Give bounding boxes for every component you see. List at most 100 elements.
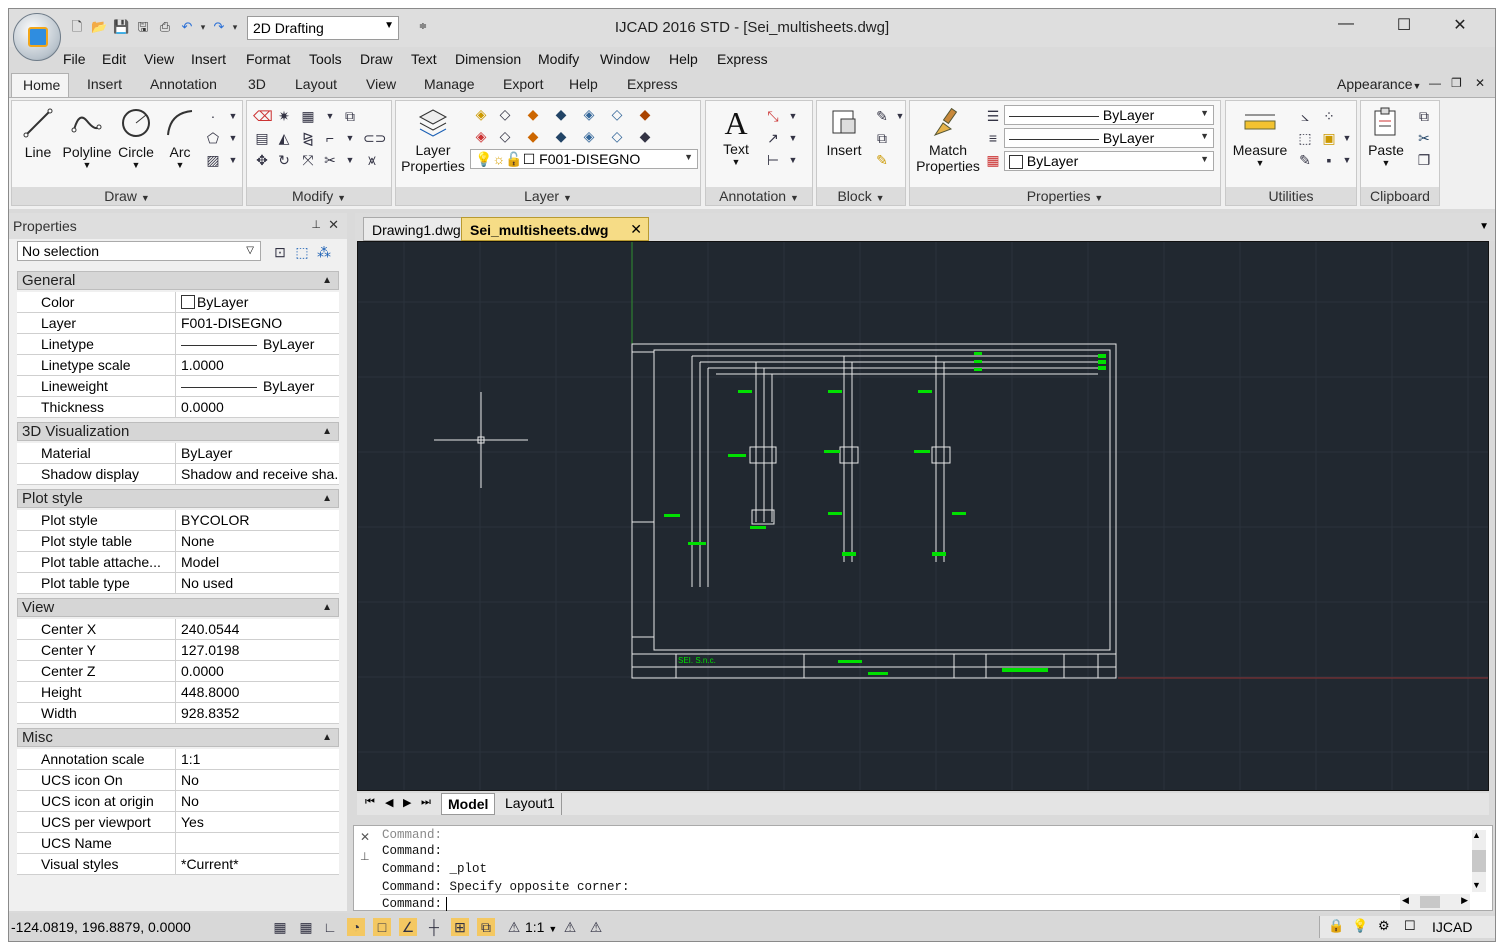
- line-button[interactable]: Line: [16, 105, 60, 185]
- break-icon[interactable]: ⧉: [341, 107, 359, 125]
- property-value[interactable]: 928.8352: [175, 703, 339, 723]
- lock-icon[interactable]: 🔒: [1328, 918, 1344, 934]
- polyline-button[interactable]: Polyline ▼: [62, 105, 112, 185]
- property-value[interactable]: Shadow and receive sha...: [175, 464, 339, 484]
- close-icon[interactable]: ✕: [630, 221, 642, 238]
- section-header-view[interactable]: View ▲: [17, 598, 339, 617]
- property-row[interactable]: Shadow display Shadow and receive sha...: [17, 464, 339, 485]
- layer-previous-icon[interactable]: ◇: [496, 105, 514, 123]
- chevron-down-icon[interactable]: ▼: [784, 107, 802, 125]
- workspace-icon[interactable]: ⚙: [1378, 918, 1390, 934]
- property-row[interactable]: Thickness 0.0000: [17, 397, 339, 418]
- move-icon[interactable]: ✥: [253, 151, 271, 169]
- property-row[interactable]: UCS per viewport Yes: [17, 812, 339, 833]
- layer-dropdown[interactable]: 💡☼🔓☐ F001-DISEGNO ▼: [470, 149, 698, 169]
- property-value[interactable]: F001-DISEGNO: [175, 313, 339, 333]
- quick-select-icon[interactable]: ⁘: [1320, 107, 1338, 125]
- text-button[interactable]: A Text ▼: [710, 105, 762, 185]
- scrollbar-thumb[interactable]: [1420, 896, 1440, 908]
- annotation-scale[interactable]: 1:1 ▼: [525, 919, 557, 935]
- toggle-pickadd-icon[interactable]: ⊡: [271, 243, 289, 261]
- menu-help[interactable]: Help: [669, 51, 698, 67]
- layer-state-icon[interactable]: ◈: [472, 105, 490, 123]
- property-value[interactable]: ByLayer: [175, 376, 339, 396]
- paste-button[interactable]: Paste ▼: [1363, 105, 1409, 185]
- layer-walk-icon[interactable]: ◈: [472, 127, 490, 145]
- grid-icon[interactable]: ▦: [297, 918, 315, 936]
- tab-annotation[interactable]: Annotation: [150, 76, 217, 92]
- chevron-down-icon[interactable]: ▼: [891, 107, 909, 125]
- drawing-canvas[interactable]: SEI. S.n.c.: [357, 241, 1489, 791]
- property-row[interactable]: Width 928.8352: [17, 703, 339, 724]
- calculator-icon[interactable]: ▣: [1320, 129, 1338, 147]
- tab-layout1[interactable]: Layout1: [499, 793, 562, 815]
- property-row[interactable]: Plot style BYCOLOR: [17, 510, 339, 531]
- edit-block-icon[interactable]: ⧉: [873, 129, 891, 147]
- property-row[interactable]: Plot style table None: [17, 531, 339, 552]
- annotation-visibility-icon[interactable]: ⚠: [561, 918, 579, 936]
- layer-properties-button[interactable]: Layer Properties: [400, 105, 466, 185]
- chevron-down-icon[interactable]: ▼: [341, 151, 359, 169]
- minimize-button[interactable]: —: [1331, 15, 1361, 39]
- command-input[interactable]: Command:: [380, 894, 1460, 912]
- layer-freeze-icon[interactable]: ◈: [580, 105, 598, 123]
- leader-icon[interactable]: ↗: [764, 129, 782, 147]
- property-value[interactable]: 448.8000: [175, 682, 339, 702]
- property-value[interactable]: ByLayer: [175, 292, 339, 312]
- menu-view[interactable]: View: [144, 51, 174, 67]
- annotation-panel-label[interactable]: Annotation ▼: [706, 187, 812, 205]
- layer-thaw-icon[interactable]: ◆: [636, 127, 654, 145]
- copy-icon[interactable]: ▤: [253, 129, 271, 147]
- tab-help[interactable]: Help: [569, 76, 598, 92]
- scroll-down-icon[interactable]: ▼: [1472, 880, 1481, 890]
- property-row[interactable]: Plot table attache... Model: [17, 552, 339, 573]
- property-value[interactable]: 1.0000: [175, 355, 339, 375]
- circle-button[interactable]: Circle ▼: [114, 105, 158, 185]
- copy-icon[interactable]: ❐: [1415, 151, 1433, 169]
- menu-window[interactable]: Window: [600, 51, 650, 67]
- property-value[interactable]: 1:1: [175, 749, 339, 769]
- erase-icon[interactable]: ⬚: [1296, 129, 1314, 147]
- layer-delete-icon[interactable]: ◇: [608, 127, 626, 145]
- cut-icon[interactable]: ✂: [1415, 129, 1433, 147]
- tab-list-icon[interactable]: ▼: [1479, 221, 1489, 232]
- hatch-icon[interactable]: ▨: [204, 151, 222, 169]
- scale-icon[interactable]: ⤧: [299, 151, 317, 169]
- dimension-icon[interactable]: ⤡: [764, 107, 782, 125]
- property-value[interactable]: Yes: [175, 812, 339, 832]
- auto-scale-icon[interactable]: ⚠: [587, 918, 605, 936]
- copy-clip-icon[interactable]: ⧉: [1415, 107, 1433, 125]
- layer-off-icon[interactable]: ◇: [608, 105, 626, 123]
- table-icon[interactable]: ⊢: [764, 151, 782, 169]
- modify-panel-label[interactable]: Modify ▼: [247, 187, 391, 205]
- collapse-icon[interactable]: ▲: [322, 490, 332, 508]
- pin-icon[interactable]: ⊥: [311, 218, 321, 231]
- lineweight-dropdown[interactable]: ByLayer ▼: [1004, 128, 1214, 148]
- collapse-icon[interactable]: ▲: [322, 272, 332, 290]
- doc-tab-drawing1[interactable]: Drawing1.dwg: [363, 217, 470, 241]
- ribbon-restore-icon[interactable]: ❐: [1451, 76, 1462, 90]
- chevron-down-icon[interactable]: ▼: [784, 151, 802, 169]
- property-row[interactable]: Color ByLayer: [17, 292, 339, 313]
- point-style-icon[interactable]: ✎: [1296, 151, 1314, 169]
- id-point-icon[interactable]: ⦣: [1296, 107, 1314, 125]
- section-header-misc[interactable]: Misc ▲: [17, 728, 339, 747]
- layer-match-icon[interactable]: ◇: [496, 127, 514, 145]
- erase-icon[interactable]: ⌫: [253, 107, 273, 125]
- selection-dropdown[interactable]: No selection ▽: [17, 241, 261, 261]
- ortho-icon[interactable]: ∟: [321, 918, 339, 936]
- properties-panel-label[interactable]: Properties ▼: [910, 187, 1220, 205]
- linetype-dropdown[interactable]: ByLayer ▼: [1004, 105, 1214, 125]
- property-row[interactable]: Layer F001-DISEGNO: [17, 313, 339, 334]
- offset-icon[interactable]: ⩙: [363, 151, 381, 169]
- property-row[interactable]: Annotation scale 1:1: [17, 749, 339, 770]
- arc-button[interactable]: Arc ▼: [160, 105, 200, 185]
- color-dropdown[interactable]: ByLayer ▼: [1004, 151, 1214, 171]
- match-properties-button[interactable]: Match Properties: [912, 105, 984, 185]
- collapse-icon[interactable]: ▲: [322, 729, 332, 747]
- explode-icon[interactable]: ✷: [275, 107, 293, 125]
- scroll-left-icon[interactable]: ◀: [1402, 895, 1409, 906]
- measure-button[interactable]: Measure ▼: [1228, 105, 1292, 185]
- property-row[interactable]: Center Y 127.0198: [17, 640, 339, 661]
- utilities-panel-label[interactable]: Utilities: [1226, 187, 1356, 205]
